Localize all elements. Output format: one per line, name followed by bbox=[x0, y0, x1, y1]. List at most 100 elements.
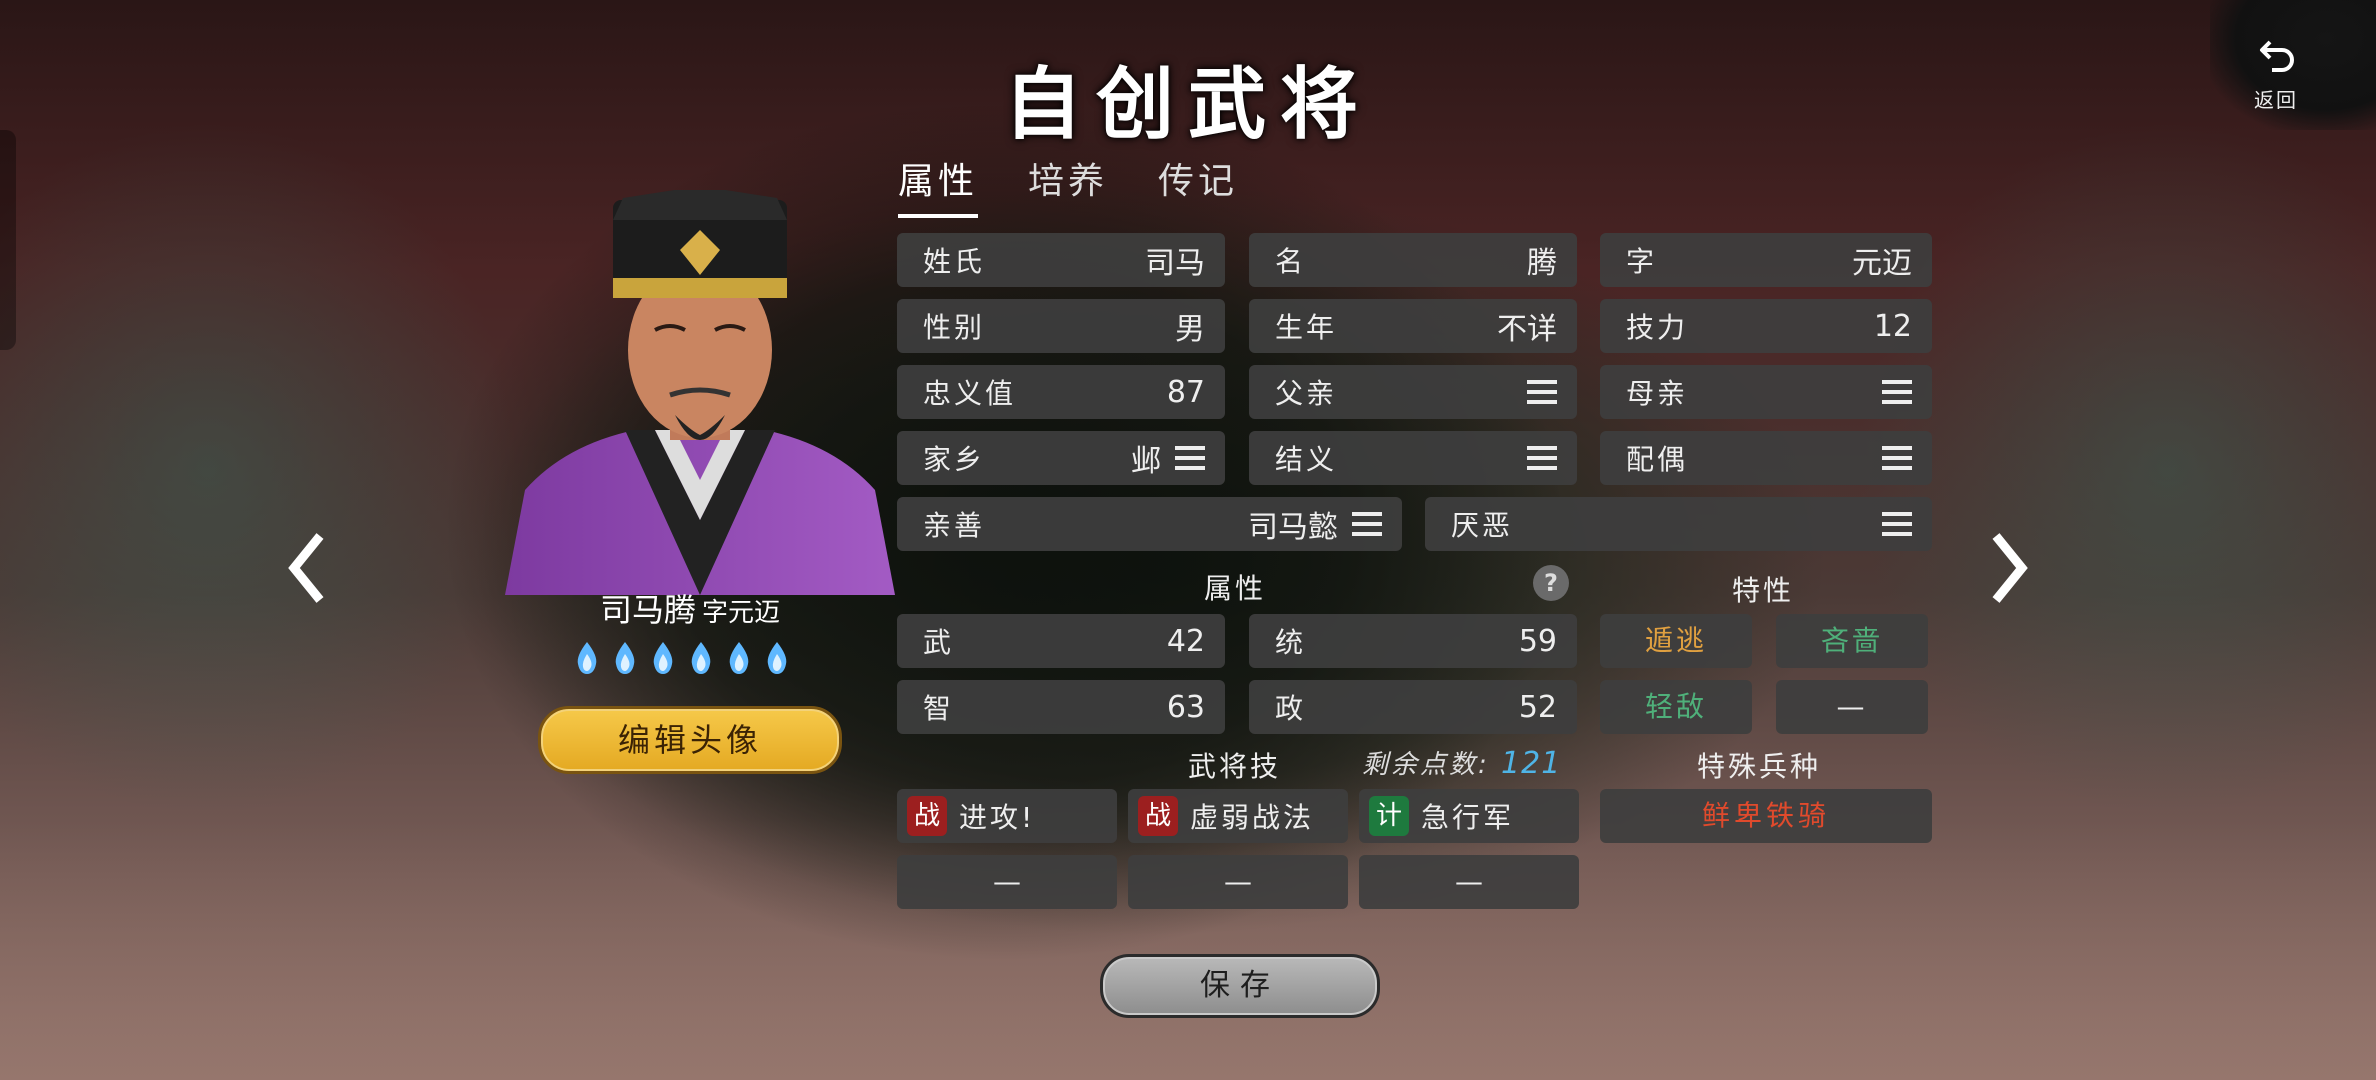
loyalty-label: 忠义值 bbox=[923, 377, 1017, 410]
help-icon[interactable]: ? bbox=[1533, 565, 1569, 601]
stat-politics-value: 52 bbox=[1518, 689, 1557, 725]
birth-year-label: 生年 bbox=[1275, 311, 1338, 344]
edit-avatar-button[interactable]: 编辑头像 bbox=[538, 706, 842, 774]
father-field[interactable]: 父亲 bbox=[1249, 365, 1577, 419]
blue-flame-icon bbox=[577, 642, 597, 674]
given-name-label: 名 bbox=[1275, 245, 1307, 278]
stat-intellect-label: 智 bbox=[923, 692, 955, 725]
given-name-value: 腾 bbox=[1527, 246, 1557, 281]
empty-skill-slot[interactable]: — bbox=[897, 855, 1117, 909]
character-courtesy-text: 字元迈 bbox=[702, 598, 781, 628]
courtesy-name-label: 字 bbox=[1626, 245, 1658, 278]
courtesy-name-field[interactable]: 字 元迈 bbox=[1600, 233, 1932, 287]
given-name-field[interactable]: 名 腾 bbox=[1249, 233, 1577, 287]
surname-label: 姓氏 bbox=[923, 245, 986, 278]
skill-power-label: 技力 bbox=[1626, 311, 1689, 344]
remaining-points: 剩余点数: 121 bbox=[1362, 744, 1561, 781]
skill-name: 进攻! bbox=[959, 801, 1036, 834]
skill-power-field: 技力 12 bbox=[1600, 299, 1932, 353]
tab-training[interactable]: 培养 bbox=[1028, 152, 1108, 218]
spouse-label: 配偶 bbox=[1626, 443, 1689, 476]
page-title: 自创武将 bbox=[1003, 59, 1372, 150]
tab-biography[interactable]: 传记 bbox=[1158, 152, 1238, 218]
trait-slot[interactable]: 轻敌 bbox=[1600, 680, 1752, 734]
birth-year-field[interactable]: 生年 不详 bbox=[1249, 299, 1577, 353]
back-button[interactable]: 返回 bbox=[2210, 0, 2376, 130]
stat-command-label: 统 bbox=[1275, 626, 1307, 659]
list-menu-icon[interactable] bbox=[1882, 445, 1912, 471]
list-menu-icon[interactable] bbox=[1175, 445, 1205, 471]
remaining-points-label: 剩余点数: bbox=[1362, 750, 1490, 780]
empty-skill-slot[interactable]: — bbox=[1128, 855, 1348, 909]
battle-skill-badge: 战 bbox=[1138, 796, 1178, 836]
empty-skill-slot[interactable]: — bbox=[1359, 855, 1579, 909]
skill-name: 急行军 bbox=[1421, 801, 1515, 834]
save-button[interactable]: 保存 bbox=[1100, 954, 1380, 1018]
return-arrow-icon bbox=[2260, 40, 2294, 72]
loyalty-value: 87 bbox=[1166, 374, 1205, 410]
character-name-text: 司马腾 bbox=[599, 591, 696, 629]
tab-attributes[interactable]: 属性 bbox=[898, 152, 979, 218]
stat-command[interactable]: 统 59 bbox=[1249, 614, 1577, 668]
gender-value: 男 bbox=[1175, 312, 1205, 347]
stat-politics[interactable]: 政 52 bbox=[1249, 680, 1577, 734]
disliked-field[interactable]: 厌恶 bbox=[1425, 497, 1932, 551]
trait-slot[interactable]: — bbox=[1776, 680, 1928, 734]
special-troop-slot[interactable]: 鲜卑铁骑 bbox=[1600, 789, 1932, 843]
trait-slot[interactable]: 吝啬 bbox=[1776, 614, 1928, 668]
stat-command-value: 59 bbox=[1518, 623, 1557, 659]
attributes-heading: 属性 bbox=[1204, 572, 1267, 605]
skill-slot[interactable]: 战 虚弱战法 bbox=[1128, 789, 1348, 843]
hometown-label: 家乡 bbox=[923, 443, 986, 476]
strategy-skill-badge: 计 bbox=[1369, 796, 1409, 836]
loyalty-field[interactable]: 忠义值 87 bbox=[897, 365, 1225, 419]
special-troop-heading: 特殊兵种 bbox=[1697, 750, 1822, 783]
battle-skill-badge: 战 bbox=[907, 796, 947, 836]
side-edge-tab[interactable] bbox=[0, 130, 16, 350]
hometown-field[interactable]: 家乡 邺 bbox=[897, 431, 1225, 485]
skills-heading: 武将技 bbox=[1188, 750, 1282, 783]
background-scenery-right bbox=[1856, 120, 2376, 820]
sworn-sibling-field[interactable]: 结义 bbox=[1249, 431, 1577, 485]
stat-intellect[interactable]: 智 63 bbox=[897, 680, 1225, 734]
list-menu-icon[interactable] bbox=[1527, 379, 1557, 405]
back-label: 返回 bbox=[2254, 88, 2298, 112]
friendly-value-text: 司马懿 bbox=[1248, 510, 1338, 545]
mother-label: 母亲 bbox=[1626, 377, 1689, 410]
birth-year-value: 不详 bbox=[1497, 312, 1557, 347]
hometown-value-text: 邺 bbox=[1131, 444, 1161, 479]
previous-character-arrow-icon[interactable] bbox=[282, 530, 332, 606]
father-label: 父亲 bbox=[1275, 377, 1338, 410]
blue-flame-icon bbox=[615, 642, 635, 674]
character-portrait bbox=[505, 190, 895, 595]
remaining-points-value: 121 bbox=[1501, 746, 1562, 781]
hometown-value: 邺 bbox=[1131, 436, 1205, 480]
sworn-sibling-label: 结义 bbox=[1275, 443, 1338, 476]
friendly-label: 亲善 bbox=[923, 509, 986, 542]
stat-intellect-value: 63 bbox=[1166, 689, 1205, 725]
rank-flames bbox=[572, 640, 792, 676]
friendly-field[interactable]: 亲善 司马懿 bbox=[897, 497, 1402, 551]
skill-slot[interactable]: 战 进攻! bbox=[897, 789, 1117, 843]
list-menu-icon[interactable] bbox=[1882, 511, 1912, 537]
surname-field[interactable]: 姓氏 司马 bbox=[897, 233, 1225, 287]
mother-field[interactable]: 母亲 bbox=[1600, 365, 1932, 419]
friendly-value: 司马懿 bbox=[1248, 502, 1382, 546]
spouse-field[interactable]: 配偶 bbox=[1600, 431, 1932, 485]
blue-flame-icon bbox=[691, 642, 711, 674]
skill-power-value: 12 bbox=[1873, 308, 1912, 344]
skill-slot[interactable]: 计 急行军 bbox=[1359, 789, 1579, 843]
blue-flame-icon bbox=[653, 642, 673, 674]
courtesy-name-value: 元迈 bbox=[1852, 246, 1912, 281]
list-menu-icon[interactable] bbox=[1882, 379, 1912, 405]
character-name: 司马腾 字元迈 bbox=[520, 585, 860, 631]
list-menu-icon[interactable] bbox=[1352, 511, 1382, 537]
gender-label: 性别 bbox=[923, 311, 986, 344]
stat-war[interactable]: 武 42 bbox=[897, 614, 1225, 668]
stat-war-label: 武 bbox=[923, 626, 955, 659]
gender-field[interactable]: 性别 男 bbox=[897, 299, 1225, 353]
trait-slot[interactable]: 遁逃 bbox=[1600, 614, 1752, 668]
list-menu-icon[interactable] bbox=[1527, 445, 1557, 471]
next-character-arrow-icon[interactable] bbox=[1984, 530, 2034, 606]
traits-heading: 特性 bbox=[1732, 574, 1795, 607]
